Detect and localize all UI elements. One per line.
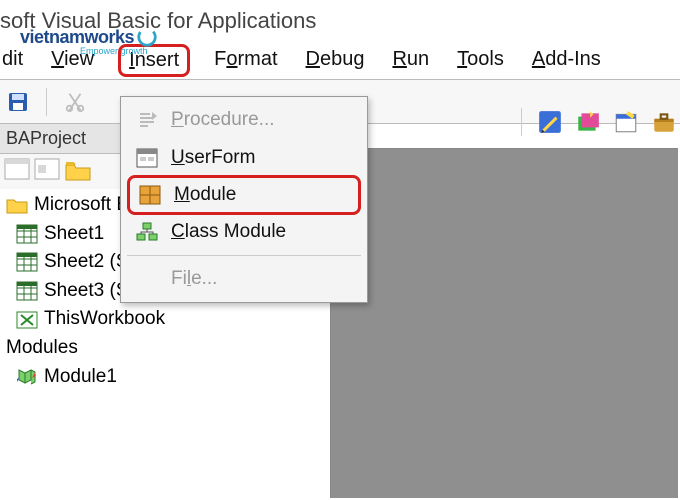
save-icon[interactable] [4, 88, 32, 116]
toolbar-separator [46, 88, 47, 116]
menu-separator [127, 255, 361, 256]
menu-item-procedure: Procedure... [121, 101, 367, 139]
tree-label: ThisWorkbook [44, 306, 165, 333]
class-module-icon [135, 221, 159, 243]
tree-module1[interactable]: Module1 [6, 363, 330, 392]
properties-window-icon[interactable] [612, 108, 640, 136]
menu-item-label: Procedure... [171, 109, 275, 131]
menu-item-label: Class Module [171, 221, 286, 243]
toggle-folders-icon[interactable] [64, 158, 92, 182]
worksheet-icon [16, 224, 38, 244]
logo-ring-icon [136, 26, 158, 48]
folder-open-icon [6, 195, 28, 215]
workbook-icon [16, 310, 38, 330]
insert-menu-dropdown: Procedure... UserForm Module Class Modul… [120, 96, 368, 303]
view-object-icon[interactable] [34, 158, 60, 185]
tree-thisworkbook[interactable]: ThisWorkbook [6, 305, 330, 334]
right-toolbar [517, 108, 678, 136]
tree-modules-folder[interactable]: Modules [6, 334, 330, 363]
menu-item-label: File... [171, 268, 217, 290]
worksheet-icon [16, 281, 38, 301]
logo-brand: vietnamworks [20, 27, 134, 48]
toolbar-separator [521, 108, 522, 136]
tree-label: Modules [6, 335, 78, 362]
procedure-icon [135, 109, 159, 131]
menu-run[interactable]: Run [392, 48, 429, 73]
design-mode-icon[interactable] [536, 108, 564, 136]
module-item-icon [16, 367, 38, 387]
menu-item-userform[interactable]: UserForm [121, 139, 367, 177]
menu-item-classmodule[interactable]: Class Module [121, 213, 367, 251]
toolbox-icon[interactable] [650, 108, 678, 136]
module-icon [138, 184, 162, 206]
tree-label: Module1 [44, 364, 117, 391]
menu-item-module[interactable]: Module [127, 175, 361, 215]
project-explorer-icon[interactable] [574, 108, 602, 136]
mdi-client-area [330, 148, 678, 498]
cut-icon[interactable] [61, 88, 89, 116]
menu-debug[interactable]: Debug [306, 48, 365, 73]
menu-item-label: UserForm [171, 147, 255, 169]
worksheet-icon [16, 252, 38, 272]
view-code-icon[interactable] [4, 158, 30, 185]
userform-icon [135, 147, 159, 169]
menu-format[interactable]: Format [214, 48, 277, 73]
project-header-text: BAProject [6, 128, 86, 148]
logo-tagline: Empower growth [80, 46, 158, 56]
menu-addins[interactable]: Add-Ins [532, 48, 601, 73]
menu-item-file: File... [121, 260, 367, 298]
menu-tools[interactable]: Tools [457, 48, 504, 73]
vietnamworks-logo: vietnamworks Empower growth [20, 26, 158, 56]
blank-icon [135, 268, 159, 290]
menu-item-label: Module [174, 184, 236, 206]
tree-label: Sheet1 [44, 221, 104, 248]
